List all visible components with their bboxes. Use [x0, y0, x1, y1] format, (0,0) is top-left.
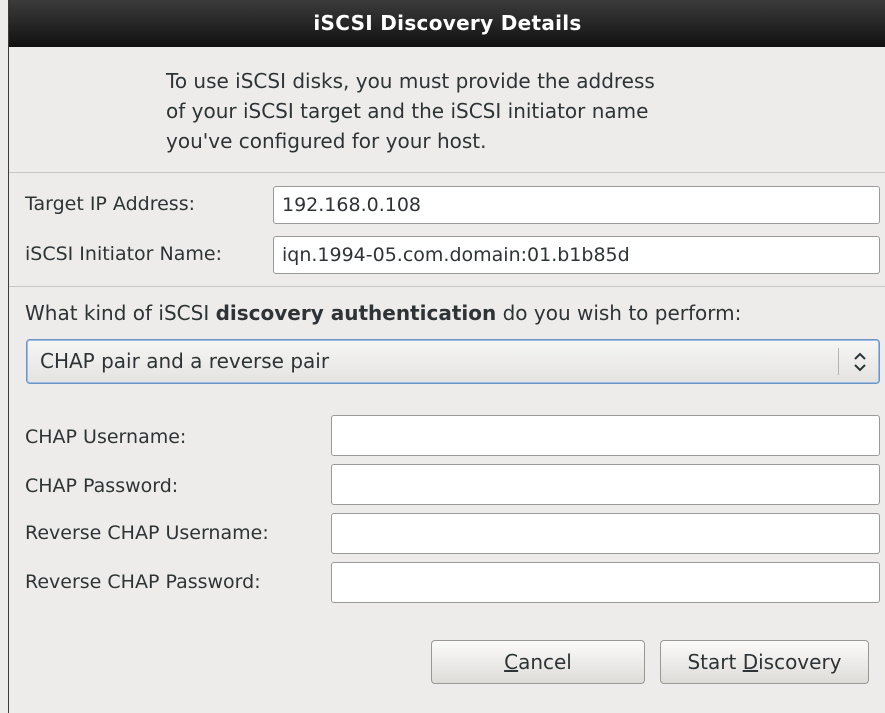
reverse-chap-username-label: Reverse CHAP Username: — [25, 522, 269, 544]
auth-question-prefix: What kind of iSCSI — [25, 301, 216, 325]
auth-question-bold: discovery authentication — [215, 301, 497, 325]
intro-line-2: of your iSCSI target and the iSCSI initi… — [166, 99, 649, 123]
chap-password-label: CHAP Password: — [25, 475, 179, 497]
intro-line-1: To use iSCSI disks, you must provide the… — [166, 69, 655, 93]
dropdown-divider — [838, 348, 839, 375]
cancel-mnemonic: C — [504, 650, 519, 674]
chap-password-input[interactable] — [331, 464, 880, 505]
chap-username-label: CHAP Username: — [25, 426, 187, 448]
intro-text: To use iSCSI disks, you must provide the… — [166, 66, 786, 156]
target-ip-input[interactable]: 192.168.0.108 — [273, 186, 880, 224]
initiator-name-label: iSCSI Initiator Name: — [25, 243, 222, 265]
separator — [9, 286, 885, 287]
start-mnemonic: D — [742, 650, 759, 674]
start-label-rest: iscovery — [758, 650, 842, 674]
cancel-label: ancel — [518, 650, 572, 674]
dialog-title: iSCSI Discovery Details — [9, 0, 885, 47]
intro-line-3: you've configured for your host. — [166, 129, 487, 153]
initiator-name-input[interactable]: iqn.1994-05.com.domain:01.b1b85d — [273, 236, 880, 274]
iscsi-discovery-dialog: iSCSI Discovery Details To use iSCSI dis… — [8, 0, 885, 713]
auth-question: What kind of iSCSI discovery authenticat… — [25, 301, 741, 325]
cancel-button[interactable]: Cancel — [431, 640, 645, 684]
up-down-chevron-icon — [849, 349, 871, 375]
reverse-chap-username-input[interactable] — [331, 513, 880, 554]
start-label-prefix: Start — [687, 650, 743, 674]
separator — [9, 172, 885, 173]
chap-username-input[interactable] — [331, 415, 880, 456]
auth-question-suffix: do you wish to perform: — [496, 301, 742, 325]
auth-type-selected: CHAP pair and a reverse pair — [40, 349, 330, 373]
reverse-chap-password-input[interactable] — [331, 562, 880, 603]
start-discovery-button[interactable]: Start Discovery — [660, 640, 869, 684]
auth-type-dropdown[interactable]: CHAP pair and a reverse pair — [26, 339, 880, 384]
reverse-chap-password-label: Reverse CHAP Password: — [25, 571, 261, 593]
target-ip-label: Target IP Address: — [25, 193, 195, 215]
